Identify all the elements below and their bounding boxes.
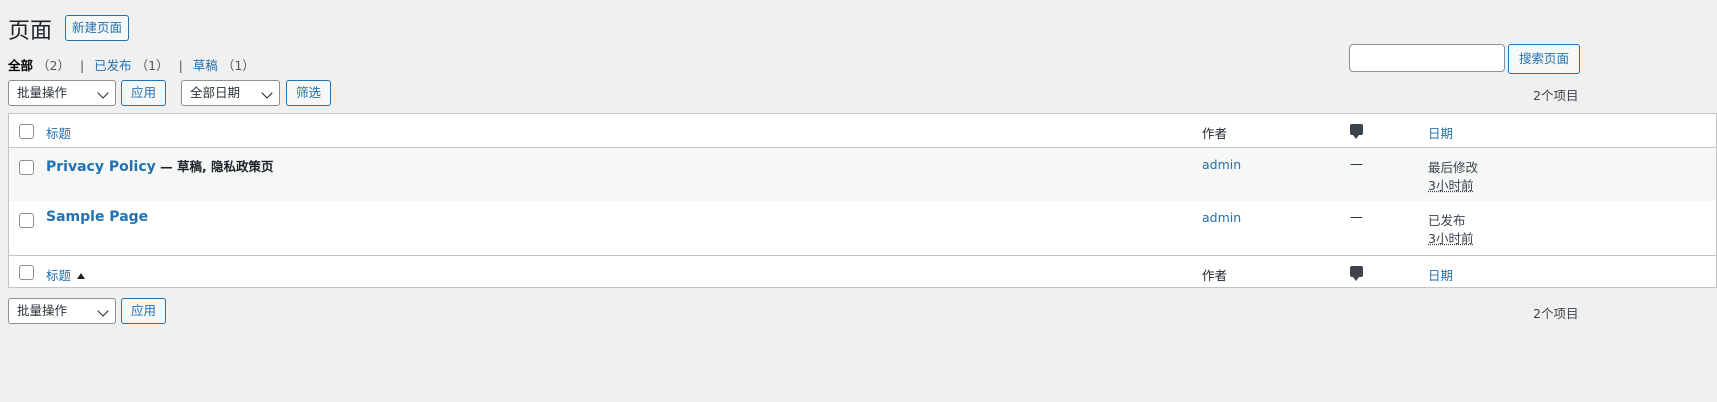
view-published-count: （1）: [135, 58, 169, 73]
bulk-action-value: 批量操作: [17, 303, 68, 318]
view-all-count: （2）: [37, 58, 70, 73]
row-author-link[interactable]: admin: [1202, 157, 1241, 172]
search-pages-button[interactable]: 搜索页面: [1508, 44, 1581, 74]
pages-table: 标题 作者 日期 Privacy Policy — 草稿, 隐私政策页 admi…: [8, 113, 1717, 288]
view-all[interactable]: 全部 （2）: [8, 55, 70, 74]
column-author-label: 作者: [1202, 268, 1228, 283]
row-title-cell: Sample Page: [46, 209, 148, 225]
row-date-label: 已发布: [1428, 213, 1466, 228]
column-date-sort-link[interactable]: 日期: [1428, 123, 1453, 142]
row-date-value: 3小时前: [1428, 231, 1474, 246]
items-count-bottom: 2个项目: [1533, 306, 1579, 321]
search-input[interactable]: [1349, 44, 1505, 72]
items-count-top: 2个项目: [1533, 88, 1579, 103]
row-checkbox[interactable]: [19, 213, 34, 228]
table-header-row: 标题 作者 日期: [9, 114, 1716, 148]
row-title-cell: Privacy Policy — 草稿, 隐私政策页: [46, 156, 274, 175]
bulk-action-select-top[interactable]: 批量操作: [8, 80, 116, 106]
date-filter-value: 全部日期: [190, 85, 241, 100]
apply-button-bottom[interactable]: 应用: [121, 298, 167, 324]
view-all-label[interactable]: 全部: [8, 58, 33, 73]
bulk-action-value: 批量操作: [17, 85, 68, 100]
column-date-sort-link[interactable]: 日期: [1428, 265, 1453, 284]
comment-bubble-icon: [1350, 124, 1363, 139]
view-separator: |: [178, 58, 183, 73]
row-comments-count: —: [1350, 157, 1363, 172]
chevron-down-icon: [97, 87, 109, 99]
view-published[interactable]: | 已发布 （1）: [70, 55, 169, 74]
row-title-link[interactable]: Sample Page: [46, 209, 148, 225]
view-draft-label[interactable]: 草稿: [193, 58, 218, 73]
date-filter-select[interactable]: 全部日期: [181, 80, 280, 106]
status-filter-links: 全部 （2） | 已发布 （1） | 草稿 （1）: [8, 55, 255, 74]
column-title-sort-link[interactable]: 标题: [46, 123, 71, 142]
row-title-link[interactable]: Privacy Policy: [46, 159, 156, 175]
select-all-checkbox-bottom[interactable]: [19, 265, 34, 280]
select-all-checkbox[interactable]: [19, 124, 34, 139]
view-draft-count: （1）: [221, 58, 255, 73]
row-date-label: 最后修改: [1428, 160, 1479, 175]
comment-bubble-icon: [1350, 266, 1363, 281]
apply-button-top[interactable]: 应用: [121, 80, 167, 106]
table-footer-row: 标题 作者 日期: [9, 255, 1716, 289]
filter-button[interactable]: 筛选: [286, 80, 332, 106]
table-row: Privacy Policy — 草稿, 隐私政策页 admin — 最后修改 …: [9, 148, 1716, 201]
chevron-down-icon: [97, 305, 109, 317]
chevron-down-icon: [261, 87, 273, 99]
post-state: — 草稿, 隐私政策页: [155, 159, 274, 174]
view-draft[interactable]: | 草稿 （1）: [169, 55, 255, 74]
column-title-label[interactable]: 标题: [46, 268, 71, 283]
table-row: Sample Page admin — 已发布 3小时前: [9, 201, 1716, 255]
view-separator: |: [79, 58, 85, 73]
page-title: 页面: [8, 19, 53, 44]
sort-ascending-icon: [77, 273, 86, 279]
add-new-page-button[interactable]: 新建页面: [65, 15, 130, 41]
row-checkbox[interactable]: [19, 160, 34, 175]
view-published-label[interactable]: 已发布: [94, 58, 132, 73]
row-date-value: 3小时前: [1428, 178, 1474, 193]
bulk-action-select-bottom[interactable]: 批量操作: [8, 298, 116, 324]
row-author-link[interactable]: admin: [1202, 210, 1241, 225]
column-author-label: 作者: [1202, 126, 1228, 141]
row-comments-count: —: [1350, 210, 1363, 225]
column-title-sort-footer[interactable]: 标题: [46, 265, 86, 284]
